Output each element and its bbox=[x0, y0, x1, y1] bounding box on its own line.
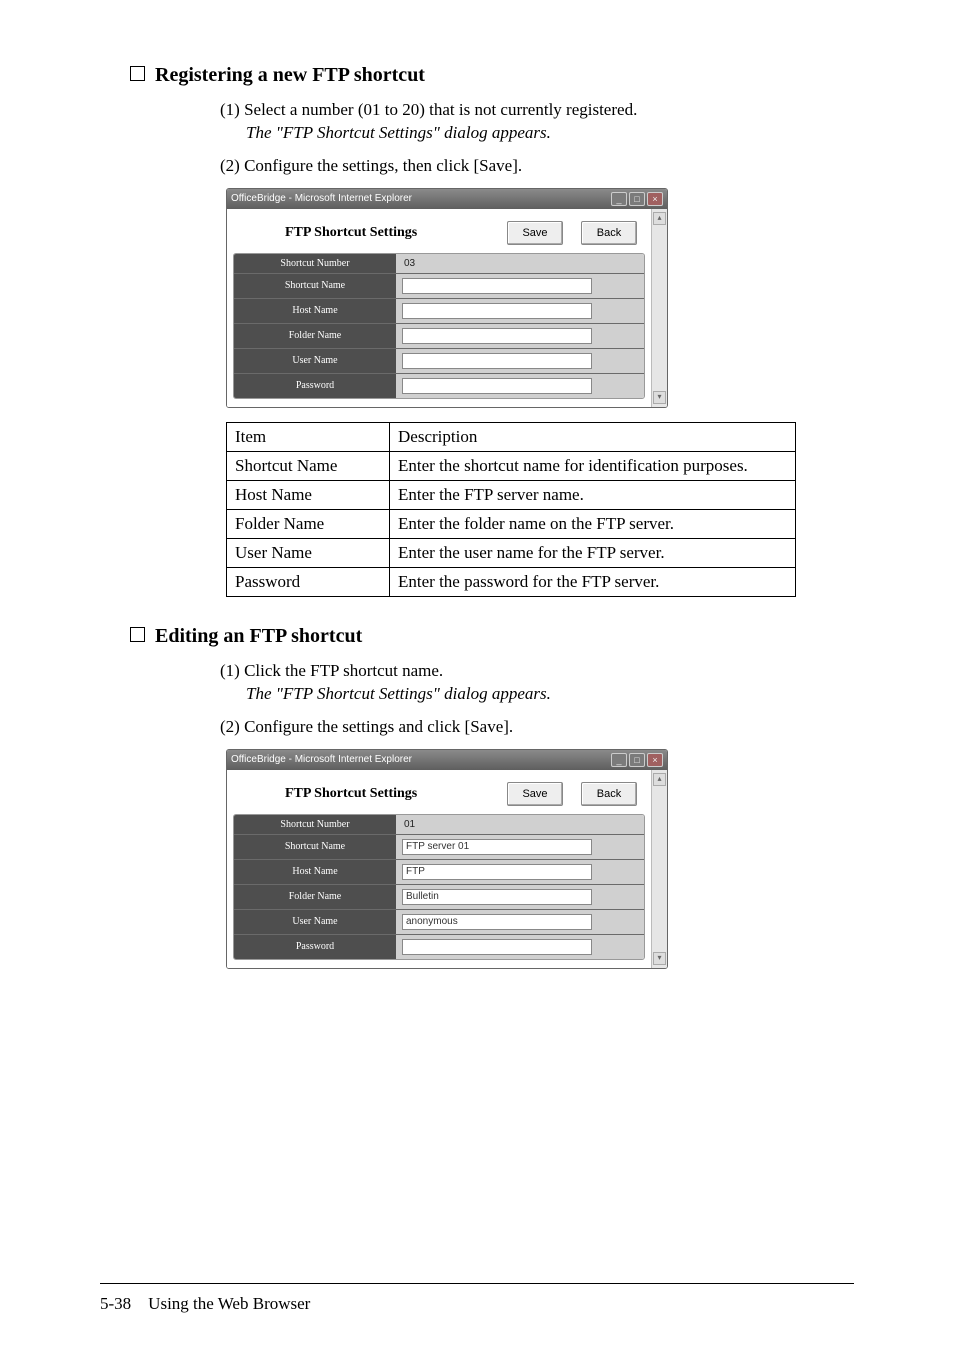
label-host-name: Host Name bbox=[234, 859, 396, 884]
label-shortcut-name: Shortcut Name bbox=[234, 834, 396, 859]
label-password: Password bbox=[234, 934, 396, 959]
label-folder-name: Folder Name bbox=[234, 323, 396, 348]
table-cell: Enter the password for the FTP server. bbox=[390, 567, 796, 596]
value-shortcut-number: 03 bbox=[402, 258, 415, 269]
step-text: (1) Click the FTP shortcut name. The "FT… bbox=[220, 660, 854, 706]
label-host-name: Host Name bbox=[234, 298, 396, 323]
heading-text: Editing an FTP shortcut bbox=[155, 625, 362, 647]
table-cell: User Name bbox=[227, 538, 390, 567]
description-table: Item Description Shortcut Name Enter the… bbox=[226, 422, 796, 597]
page-number: 5-38 bbox=[100, 1294, 131, 1313]
table-cell: Enter the shortcut name for identificati… bbox=[390, 451, 796, 480]
bullet-icon bbox=[130, 627, 145, 642]
scrollbar[interactable]: ▴ ▾ bbox=[651, 209, 667, 407]
value-shortcut-number: 01 bbox=[402, 819, 415, 830]
table-cell: Enter the folder name on the FTP server. bbox=[390, 509, 796, 538]
minimize-icon[interactable]: _ bbox=[611, 753, 627, 767]
close-icon[interactable]: × bbox=[647, 753, 663, 767]
ie-window: OfficeBridge - Microsoft Internet Explor… bbox=[226, 749, 668, 969]
label-shortcut-name: Shortcut Name bbox=[234, 273, 396, 298]
scroll-down-icon[interactable]: ▾ bbox=[653, 391, 666, 404]
label-shortcut-number: Shortcut Number bbox=[234, 815, 396, 834]
label-user-name: User Name bbox=[234, 909, 396, 934]
input-host-name[interactable] bbox=[402, 303, 592, 319]
save-button[interactable]: Save bbox=[507, 782, 563, 806]
step-line: (2) Configure the settings, then click [… bbox=[220, 156, 522, 175]
dialog-header: FTP Shortcut Settings Save Back bbox=[227, 209, 651, 253]
scrollbar[interactable]: ▴ ▾ bbox=[651, 770, 667, 968]
scroll-up-icon[interactable]: ▴ bbox=[653, 212, 666, 225]
save-button[interactable]: Save bbox=[507, 221, 563, 245]
window-titlebar: OfficeBridge - Microsoft Internet Explor… bbox=[227, 750, 667, 770]
label-user-name: User Name bbox=[234, 348, 396, 373]
window-titlebar: OfficeBridge - Microsoft Internet Explor… bbox=[227, 189, 667, 209]
input-password[interactable] bbox=[402, 378, 592, 394]
dialog-header: FTP Shortcut Settings Save Back bbox=[227, 770, 651, 814]
table-cell: Shortcut Name bbox=[227, 451, 390, 480]
ie-window: OfficeBridge - Microsoft Internet Explor… bbox=[226, 188, 668, 408]
window-title: OfficeBridge - Microsoft Internet Explor… bbox=[231, 193, 412, 204]
step-line: (1) Select a number (01 to 20) that is n… bbox=[220, 100, 637, 119]
dialog-title: FTP Shortcut Settings bbox=[285, 786, 489, 802]
section-heading-register: Registering a new FTP shortcut bbox=[130, 64, 854, 87]
step-note: The "FTP Shortcut Settings" dialog appea… bbox=[246, 684, 551, 703]
dialog-title: FTP Shortcut Settings bbox=[285, 225, 489, 241]
section-heading-edit: Editing an FTP shortcut bbox=[130, 625, 854, 648]
input-password[interactable] bbox=[402, 939, 592, 955]
window-controls: _ □ × bbox=[611, 192, 663, 206]
bullet-icon bbox=[130, 66, 145, 81]
input-folder-name[interactable]: Bulletin bbox=[402, 889, 592, 905]
maximize-icon[interactable]: □ bbox=[629, 753, 645, 767]
input-shortcut-name[interactable] bbox=[402, 278, 592, 294]
step-line: (2) Configure the settings and click [Sa… bbox=[220, 717, 513, 736]
table-header-item: Item bbox=[227, 422, 390, 451]
maximize-icon[interactable]: □ bbox=[629, 192, 645, 206]
table-cell: Password bbox=[227, 567, 390, 596]
back-button[interactable]: Back bbox=[581, 221, 637, 245]
minimize-icon[interactable]: _ bbox=[611, 192, 627, 206]
step-note: The "FTP Shortcut Settings" dialog appea… bbox=[246, 123, 551, 142]
input-shortcut-name[interactable]: FTP server 01 bbox=[402, 839, 592, 855]
label-folder-name: Folder Name bbox=[234, 884, 396, 909]
table-header-description: Description bbox=[390, 422, 796, 451]
input-user-name[interactable] bbox=[402, 353, 592, 369]
input-host-name[interactable]: FTP bbox=[402, 864, 592, 880]
label-password: Password bbox=[234, 373, 396, 398]
step-text: (2) Configure the settings and click [Sa… bbox=[220, 716, 854, 739]
footer-rule bbox=[100, 1283, 854, 1284]
window-controls: _ □ × bbox=[611, 753, 663, 767]
input-user-name[interactable]: anonymous bbox=[402, 914, 592, 930]
input-folder-name[interactable] bbox=[402, 328, 592, 344]
scroll-down-icon[interactable]: ▾ bbox=[653, 952, 666, 965]
heading-text: Registering a new FTP shortcut bbox=[155, 64, 425, 86]
document-page: Registering a new FTP shortcut (1) Selec… bbox=[0, 0, 954, 1348]
table-cell: Enter the FTP server name. bbox=[390, 480, 796, 509]
table-cell: Host Name bbox=[227, 480, 390, 509]
label-shortcut-number: Shortcut Number bbox=[234, 254, 396, 273]
window-title: OfficeBridge - Microsoft Internet Explor… bbox=[231, 754, 412, 765]
ftp-form-table: Shortcut Number 03 Shortcut Name Host Na… bbox=[233, 253, 645, 399]
step-text: (1) Select a number (01 to 20) that is n… bbox=[220, 99, 854, 145]
step-text: (2) Configure the settings, then click [… bbox=[220, 155, 854, 178]
table-cell: Folder Name bbox=[227, 509, 390, 538]
table-cell: Enter the user name for the FTP server. bbox=[390, 538, 796, 567]
close-icon[interactable]: × bbox=[647, 192, 663, 206]
page-footer: 5-38 Using the Web Browser bbox=[100, 1294, 310, 1314]
chapter-title: Using the Web Browser bbox=[148, 1294, 310, 1313]
scroll-up-icon[interactable]: ▴ bbox=[653, 773, 666, 786]
back-button[interactable]: Back bbox=[581, 782, 637, 806]
ftp-form-table: Shortcut Number 01 Shortcut Name FTP ser… bbox=[233, 814, 645, 960]
step-line: (1) Click the FTP shortcut name. bbox=[220, 661, 443, 680]
